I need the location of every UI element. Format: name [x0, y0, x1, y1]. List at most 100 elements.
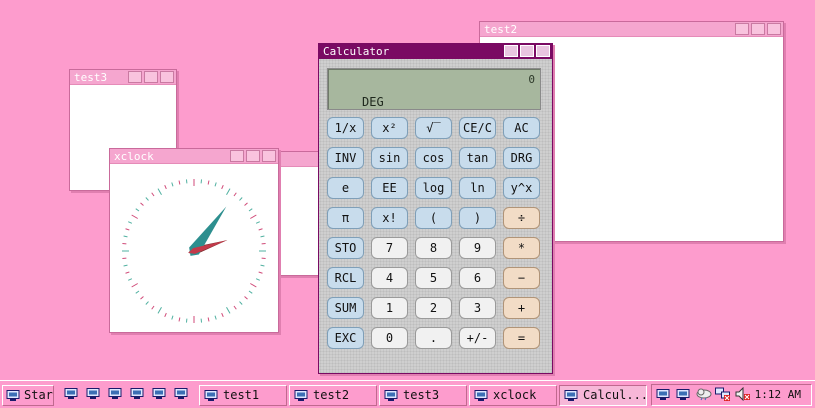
key-deg-rad-grad[interactable]: DRG — [503, 147, 540, 169]
key-cos[interactable]: cos — [415, 147, 452, 169]
maximize-icon[interactable] — [144, 71, 158, 83]
test2-title: test2 — [484, 23, 518, 36]
key-square[interactable]: x² — [371, 117, 408, 139]
key-reciprocal[interactable]: 1/x — [327, 117, 364, 139]
calculator-titlebar[interactable]: Calculator — [319, 44, 552, 59]
taskbar-clock[interactable]: 1:12 AM — [755, 388, 801, 401]
maximize-icon[interactable] — [246, 150, 260, 162]
key-exponent[interactable]: EE — [371, 177, 408, 199]
key-digit-0[interactable]: 0 — [371, 327, 408, 349]
key-digit-5[interactable]: 5 — [415, 267, 452, 289]
test3-title: test3 — [74, 71, 108, 84]
taskbar: Start test1 test2 test3 xclock Calcul... 1:1… — [0, 380, 815, 408]
xclock-window[interactable]: xclock — [109, 148, 279, 333]
minimize-icon[interactable] — [504, 45, 518, 57]
weather-cloud-icon[interactable] — [696, 387, 712, 401]
computer-icon — [384, 390, 398, 401]
computer-icon — [6, 390, 20, 401]
angle-mode-indicator: DEG — [362, 95, 384, 109]
key-sin[interactable]: sin — [371, 147, 408, 169]
key-negate[interactable]: +/- — [459, 327, 496, 349]
key-digit-3[interactable]: 3 — [459, 297, 496, 319]
computer-icon[interactable] — [174, 388, 188, 399]
close-icon[interactable] — [536, 45, 550, 57]
task-button-test3[interactable]: test3 — [379, 385, 467, 406]
test3-titlebar[interactable]: test3 — [70, 70, 176, 85]
key-clear-entry[interactable]: CE/C — [459, 117, 496, 139]
computer-icon[interactable] — [656, 389, 670, 400]
xclock-title: xclock — [114, 150, 154, 163]
key-sqrt[interactable]: √‾ — [415, 117, 452, 139]
task-button-xclock[interactable]: xclock — [469, 385, 557, 406]
key-inverse[interactable]: INV — [327, 147, 364, 169]
key-power[interactable]: y^x — [503, 177, 540, 199]
minimize-icon[interactable] — [230, 150, 244, 162]
key-digit-6[interactable]: 6 — [459, 267, 496, 289]
key-plus[interactable]: + — [503, 297, 540, 319]
computer-icon — [474, 390, 488, 401]
minimize-icon[interactable] — [735, 23, 749, 35]
task-button-label: test3 — [403, 388, 440, 402]
key-decimal[interactable]: . — [415, 327, 452, 349]
key-open-paren[interactable]: ( — [415, 207, 452, 229]
key-log[interactable]: log — [415, 177, 452, 199]
key-equals[interactable]: = — [503, 327, 540, 349]
computer-icon[interactable] — [130, 388, 144, 399]
task-button-label: xclock — [493, 388, 537, 402]
computer-icon[interactable] — [676, 389, 690, 400]
key-minus[interactable]: − — [503, 267, 540, 289]
calculator-display: 0 DEG — [327, 68, 541, 110]
key-all-clear[interactable]: AC — [503, 117, 540, 139]
calculator-window[interactable]: Calculator 0 DEG 1/x x² √‾ CE/C AC INV sin cos t… — [318, 43, 553, 374]
task-button-label: test1 — [223, 388, 260, 402]
close-icon[interactable] — [767, 23, 781, 35]
close-icon[interactable] — [160, 71, 174, 83]
analog-clock-face — [122, 179, 266, 323]
start-label: Start — [24, 388, 53, 402]
key-digit-4[interactable]: 4 — [371, 267, 408, 289]
key-digit-7[interactable]: 7 — [371, 237, 408, 259]
system-tray: 1:12 AM — [651, 384, 812, 406]
start-button[interactable]: Start — [2, 385, 54, 406]
task-button-calculator[interactable]: Calcul... — [559, 385, 647, 406]
volume-muted-icon[interactable] — [735, 387, 751, 401]
key-sum[interactable]: SUM — [327, 297, 364, 319]
computer-icon[interactable] — [152, 388, 166, 399]
xclock-titlebar[interactable]: xclock — [110, 149, 278, 164]
background-window[interactable] — [277, 151, 324, 276]
key-factorial[interactable]: x! — [371, 207, 408, 229]
computer-icon[interactable] — [86, 388, 100, 399]
key-tan[interactable]: tan — [459, 147, 496, 169]
task-button-test2[interactable]: test2 — [289, 385, 377, 406]
minimize-icon[interactable] — [128, 71, 142, 83]
maximize-icon[interactable] — [520, 45, 534, 57]
key-close-paren[interactable]: ) — [459, 207, 496, 229]
network-disconnected-icon[interactable] — [715, 387, 731, 401]
computer-icon — [564, 390, 578, 401]
key-store[interactable]: STO — [327, 237, 364, 259]
key-digit-2[interactable]: 2 — [415, 297, 452, 319]
calculator-body: 0 DEG 1/x x² √‾ CE/C AC INV sin cos tan DRG e EE log… — [319, 59, 552, 373]
key-e[interactable]: e — [327, 177, 364, 199]
task-button-test1[interactable]: test1 — [199, 385, 287, 406]
key-pi[interactable]: π — [327, 207, 364, 229]
computer-icon[interactable] — [108, 388, 122, 399]
key-exchange[interactable]: EXC — [327, 327, 364, 349]
computer-icon[interactable] — [64, 388, 78, 399]
key-multiply[interactable]: * — [503, 237, 540, 259]
key-digit-9[interactable]: 9 — [459, 237, 496, 259]
key-digit-8[interactable]: 8 — [415, 237, 452, 259]
key-divide[interactable]: ÷ — [503, 207, 540, 229]
key-ln[interactable]: ln — [459, 177, 496, 199]
task-button-label: test2 — [313, 388, 350, 402]
key-recall[interactable]: RCL — [327, 267, 364, 289]
computer-icon — [204, 390, 218, 401]
close-icon[interactable] — [262, 150, 276, 162]
key-digit-1[interactable]: 1 — [371, 297, 408, 319]
calculator-title: Calculator — [323, 45, 390, 58]
background-window-titlebar[interactable] — [278, 152, 323, 167]
task-button-label: Calcul... — [583, 388, 647, 402]
maximize-icon[interactable] — [751, 23, 765, 35]
test2-titlebar[interactable]: test2 — [480, 22, 783, 37]
computer-icon — [294, 390, 308, 401]
